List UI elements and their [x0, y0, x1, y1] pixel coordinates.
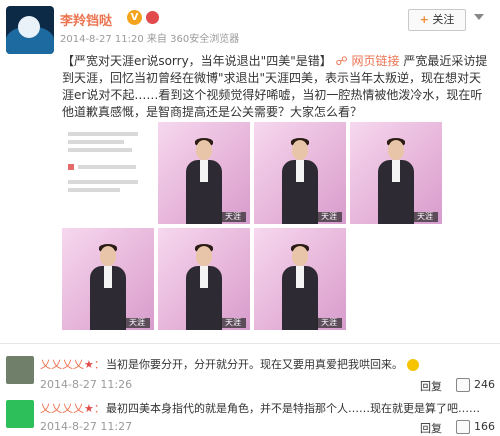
thumb-3[interactable]: 天涯: [254, 122, 346, 224]
comment-user-name[interactable]: 乂乂乂乂★：: [40, 400, 105, 416]
comment-avatar[interactable]: [6, 356, 34, 384]
thumb-1[interactable]: [62, 122, 154, 224]
like-count: 166: [474, 420, 495, 433]
reply-button[interactable]: 回复: [420, 378, 442, 394]
post-text: 【严宽对天涯er说sorry，当年说退出"四美"是错】 ☍ 网页链接 严宽最近采…: [62, 53, 490, 121]
thumb-6[interactable]: 天涯: [158, 228, 250, 330]
smile-emoji-icon: [406, 359, 419, 371]
text-line-shape: [68, 140, 124, 144]
thumb-7[interactable]: 天涯: [254, 228, 346, 330]
thumb-bg: [62, 122, 154, 224]
thumb-2[interactable]: 天涯: [158, 122, 250, 224]
text-line-shape: [68, 180, 138, 184]
member-badge-icon: [146, 11, 159, 24]
post-meta: 2014-8-27 11:20 来自 360安全浏览器: [60, 34, 240, 45]
comment-text: 最初四美本身指代的就是角色，并不是特指那个人……现在就更是算了吧……: [106, 402, 480, 415]
plus-icon: +: [419, 13, 429, 26]
comment-text: 当初是你要分开，分开就分开。现在又要用真爱把我哄回来。: [106, 356, 419, 372]
text-line-shape: [68, 148, 132, 152]
red-marker-shape: [68, 164, 74, 170]
chevron-down-icon[interactable]: [474, 14, 484, 20]
avatar-face-shape: [18, 16, 40, 38]
author-avatar[interactable]: [6, 6, 54, 54]
text-line-shape: [68, 132, 138, 136]
thumb-logo: 天涯: [316, 318, 342, 328]
comment-avatar[interactable]: [6, 400, 34, 428]
comments-divider: [0, 343, 500, 344]
thumbs-up-icon[interactable]: [456, 378, 470, 392]
thumb-logo: 天涯: [124, 318, 150, 328]
comment-time: 2014-8-27 11:27: [40, 420, 133, 433]
thumb-4[interactable]: 天涯: [350, 122, 442, 224]
text-line-shape: [68, 188, 120, 192]
thumb-logo: 天涯: [316, 212, 342, 222]
thumbs-up-icon[interactable]: [456, 420, 470, 434]
comment-user-name[interactable]: 乂乂乂乂★：: [40, 356, 105, 372]
author-name[interactable]: 李羚铛哒: [60, 10, 112, 29]
like-count: 246: [474, 378, 495, 391]
follow-label: 关注: [432, 13, 455, 26]
thumb-logo: 天涯: [220, 212, 246, 222]
follow-button[interactable]: + 关注: [408, 9, 466, 31]
verified-badge-icon: V: [127, 10, 142, 25]
reply-button[interactable]: 回复: [420, 420, 442, 436]
web-link[interactable]: 网页链接: [352, 54, 400, 68]
thumb-5[interactable]: 天涯: [62, 228, 154, 330]
comment-time: 2014-8-27 11:26: [40, 378, 133, 391]
star-icon: ★: [84, 402, 94, 415]
text-line-shape: [78, 165, 136, 169]
star-icon: ★: [84, 358, 94, 371]
thumb-logo: 天涯: [412, 212, 438, 222]
link-icon: ☍: [335, 54, 348, 68]
thumb-logo: 天涯: [220, 318, 246, 328]
post-title: 【严宽对天涯er说sorry，当年说退出"四美"是错】: [62, 54, 332, 68]
